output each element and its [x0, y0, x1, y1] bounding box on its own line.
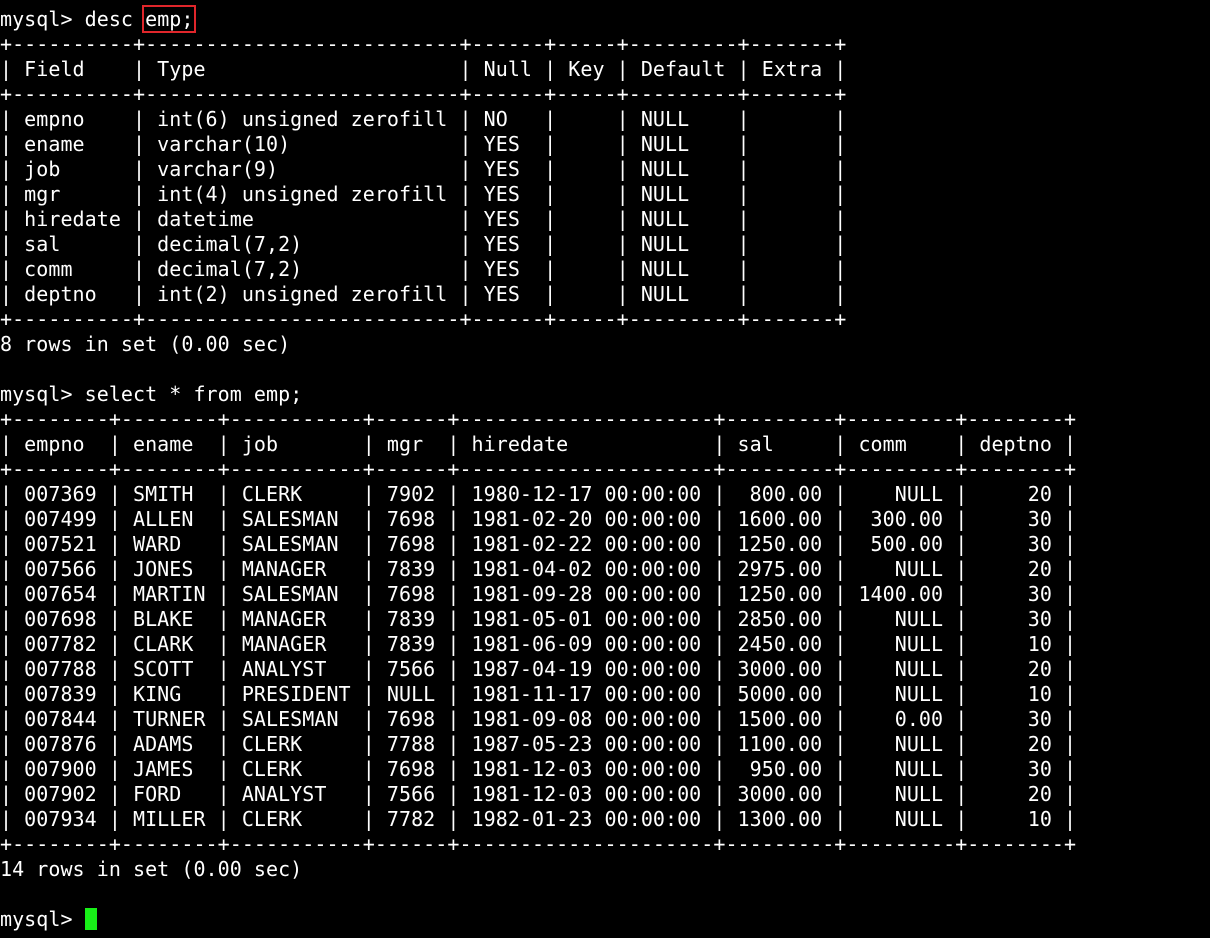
table-row: | deptno | int(2) unsigned zerofill | YE… [0, 282, 847, 306]
command-line-desc: mysql> desc emp; [0, 5, 1210, 33]
command-text: select * from emp; [84, 382, 303, 406]
table-row: | sal | decimal(7,2) | YES | | NULL | | [0, 232, 847, 256]
result-summary: 14 rows in set (0.00 sec) [0, 857, 303, 881]
table-border-header: +----------+--------------------------+-… [0, 82, 847, 106]
table-row: | 007844 | TURNER | SALESMAN | 7698 | 19… [0, 707, 1077, 731]
table-row: | 007900 | JAMES | CLERK | 7698 | 1981-1… [0, 757, 1077, 781]
prompt: mysql> [0, 382, 85, 406]
table-row: | 007839 | KING | PRESIDENT | NULL | 198… [0, 682, 1077, 706]
table-row: | 007782 | CLARK | MANAGER | 7839 | 1981… [0, 632, 1077, 656]
table-row: | 007521 | WARD | SALESMAN | 7698 | 1981… [0, 532, 1077, 556]
highlighted-table-name: emp; [142, 5, 197, 33]
table-border-bottom: +----------+--------------------------+-… [0, 307, 847, 331]
terminal-window[interactable]: mysql> desc emp; +----------+-----------… [0, 0, 1210, 938]
prompt: mysql> [0, 907, 85, 931]
table-header: | Field | Type | Null | Key | Default | … [0, 57, 847, 81]
table-row: | 007566 | JONES | MANAGER | 7839 | 1981… [0, 557, 1077, 581]
table-border-header: +--------+--------+-----------+------+--… [0, 457, 1077, 481]
table-row: | mgr | int(4) unsigned zerofill | YES |… [0, 182, 847, 206]
table-row: | 007934 | MILLER | CLERK | 7782 | 1982-… [0, 807, 1077, 831]
command-text: desc [84, 7, 146, 31]
table-border-top: +--------+--------+-----------+------+--… [0, 407, 1077, 431]
active-prompt-line[interactable]: mysql> [0, 907, 1210, 932]
table-row: | 007654 | MARTIN | SALESMAN | 7698 | 19… [0, 582, 1077, 606]
result-summary: 8 rows in set (0.00 sec) [0, 332, 291, 356]
table-row: | 007698 | BLAKE | MANAGER | 7839 | 1981… [0, 607, 1077, 631]
prompt: mysql> [0, 7, 85, 31]
table-row: | 007902 | FORD | ANALYST | 7566 | 1981-… [0, 782, 1077, 806]
table-row: | 007788 | SCOTT | ANALYST | 7566 | 1987… [0, 657, 1077, 681]
text-cursor[interactable] [84, 908, 97, 930]
table-row: | hiredate | datetime | YES | | NULL | | [0, 207, 847, 231]
table-row: | 007499 | ALLEN | SALESMAN | 7698 | 198… [0, 507, 1077, 531]
table-row: | 007369 | SMITH | CLERK | 7902 | 1980-1… [0, 482, 1077, 506]
table-row: | ename | varchar(10) | YES | | NULL | | [0, 132, 847, 156]
table-header: | empno | ename | job | mgr | hiredate |… [0, 432, 1077, 456]
table-border-top: +----------+--------------------------+-… [0, 32, 847, 56]
table-row: | 007876 | ADAMS | CLERK | 7788 | 1987-0… [0, 732, 1077, 756]
table-row: | job | varchar(9) | YES | | NULL | | [0, 157, 847, 181]
command-line-select: mysql> select * from emp; [0, 382, 1210, 407]
table-row: | empno | int(6) unsigned zerofill | NO … [0, 107, 847, 131]
table-border-bottom: +--------+--------+-----------+------+--… [0, 832, 1077, 856]
table-row: | comm | decimal(7,2) | YES | | NULL | | [0, 257, 847, 281]
